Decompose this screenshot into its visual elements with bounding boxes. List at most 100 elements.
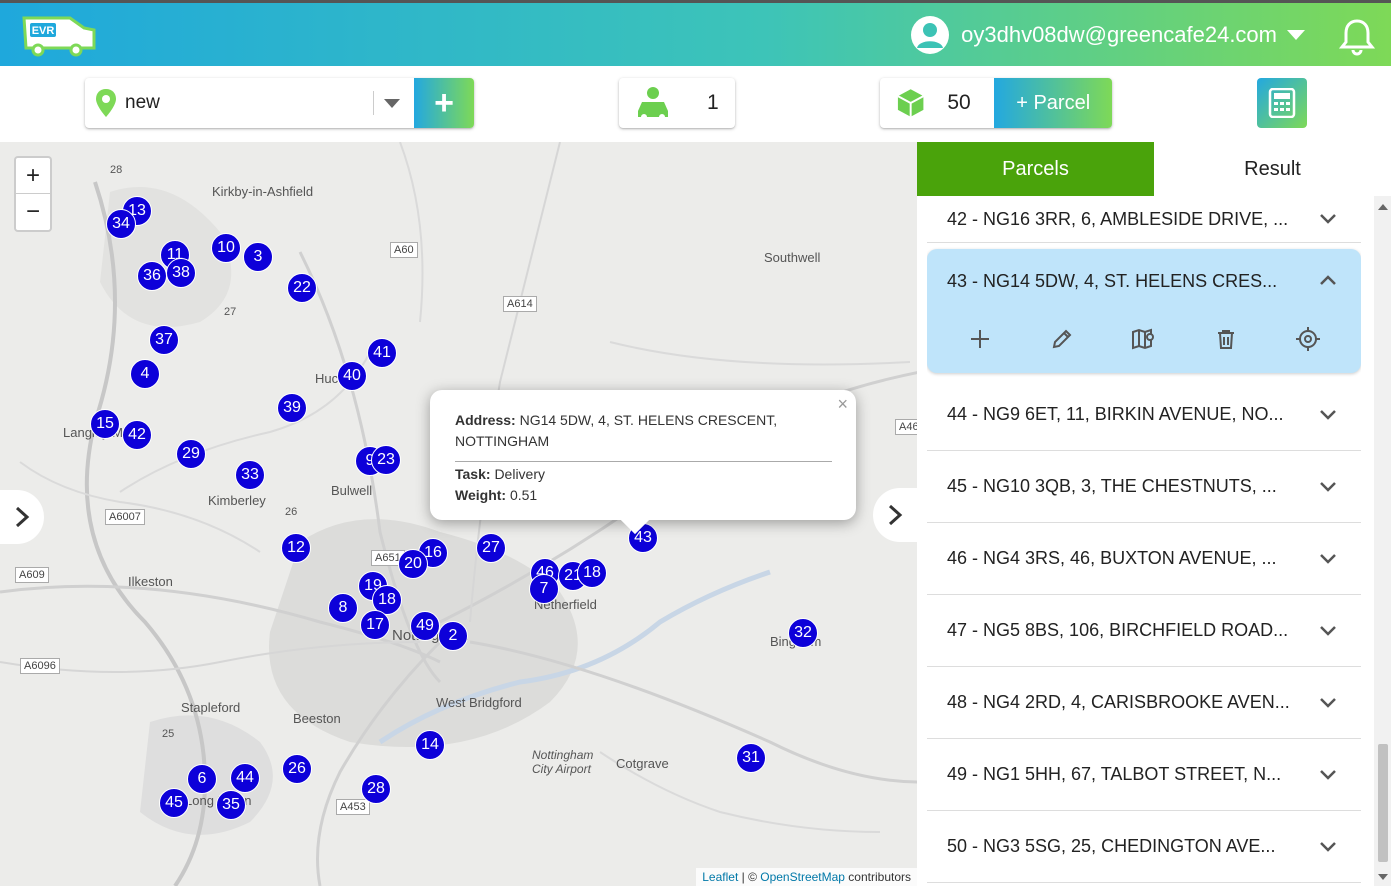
parcel-marker[interactable]: 28 xyxy=(361,774,391,804)
tab-result[interactable]: Result xyxy=(1154,142,1391,196)
drivers-counter[interactable]: 1 xyxy=(619,78,735,128)
parcel-marker[interactable]: 12 xyxy=(281,533,311,563)
chevron-down-icon[interactable] xyxy=(1311,405,1345,425)
parcel-marker[interactable]: 49 xyxy=(410,611,440,641)
parcel-marker[interactable]: 34 xyxy=(106,209,136,239)
road-label: A6007 xyxy=(105,509,145,525)
panel-tabs: Parcels Result xyxy=(917,142,1391,196)
evr-logo[interactable]: EVR xyxy=(20,12,100,60)
parcel-marker[interactable]: 10 xyxy=(211,233,241,263)
parcel-row[interactable]: 50 - NG3 5SG, 25, CHEDINGTON AVE... xyxy=(927,811,1361,883)
parcel-actions xyxy=(927,313,1361,365)
parcel-row-label: 48 - NG4 2RD, 4, CARISBROOKE AVEN... xyxy=(947,692,1290,712)
user-menu[interactable]: oy3dhv08dw@greencafe24.com xyxy=(911,15,1305,55)
parcel-marker[interactable]: 37 xyxy=(149,325,179,355)
chevron-down-icon[interactable] xyxy=(1311,209,1345,229)
parcel-marker[interactable]: 32 xyxy=(788,618,818,648)
popup-weight-label: Weight: xyxy=(455,487,507,503)
parcel-row[interactable]: 45 - NG10 3QB, 3, THE CHESTNUTS, ... xyxy=(927,451,1361,523)
location-value: new xyxy=(125,92,160,113)
parcel-marker[interactable]: 42 xyxy=(122,420,152,450)
drivers-count: 1 xyxy=(707,91,719,114)
parcel-marker[interactable]: 41 xyxy=(367,338,397,368)
tab-parcels[interactable]: Parcels xyxy=(917,142,1154,196)
chevron-down-icon[interactable] xyxy=(1311,477,1345,497)
parcel-marker[interactable]: 36 xyxy=(137,261,167,291)
parcel-marker[interactable]: 17 xyxy=(360,610,390,640)
parcel-marker[interactable]: 4 xyxy=(130,359,160,389)
chevron-down-icon[interactable] xyxy=(1311,837,1345,857)
locate-target-icon[interactable] xyxy=(1293,324,1323,354)
parcel-row-label: 49 - NG1 5HH, 67, TALBOT STREET, N... xyxy=(947,764,1282,784)
edit-pencil-icon[interactable] xyxy=(1047,324,1077,354)
parcel-marker[interactable]: 7 xyxy=(529,574,559,604)
chevron-down-icon[interactable] xyxy=(1311,621,1345,641)
parcel-marker[interactable]: 27 xyxy=(476,533,506,563)
parcel-row[interactable]: 44 - NG9 6ET, 11, BIRKIN AVENUE, NO... xyxy=(927,379,1361,451)
parcel-row-expanded[interactable]: 43 - NG14 5DW, 4, ST. HELENS CRES... xyxy=(927,249,1361,373)
chevron-down-icon[interactable] xyxy=(1311,765,1345,785)
parcel-marker[interactable]: 20 xyxy=(398,549,428,579)
parcel-marker[interactable]: 22 xyxy=(287,273,317,303)
parcel-marker[interactable]: 3 xyxy=(243,242,273,272)
scroll-up-arrow-icon[interactable] xyxy=(1378,204,1388,210)
parcel-marker[interactable]: 45 xyxy=(159,788,189,818)
panel-scrollbar[interactable] xyxy=(1374,196,1391,886)
parcel-marker[interactable]: 2 xyxy=(438,621,468,651)
parcel-row[interactable]: 49 - NG1 5HH, 67, TALBOT STREET, N... xyxy=(927,739,1361,811)
parcel-marker[interactable]: 18 xyxy=(577,558,607,588)
parcel-marker[interactable]: 6 xyxy=(187,764,217,794)
dropdown-caret-icon[interactable] xyxy=(384,98,400,108)
junction-label: 26 xyxy=(285,506,298,518)
place-label: Kimberley xyxy=(208,493,266,508)
parcel-box-icon xyxy=(897,89,924,117)
add-icon[interactable] xyxy=(965,324,995,354)
map[interactable]: Kirkby-in-Ashfield Southwell Hucknall Bu… xyxy=(0,142,917,886)
parcel-marker[interactable]: 14 xyxy=(415,730,445,760)
parcel-row[interactable]: 42 - NG16 3RR, 6, AMBLESIDE DRIVE, ... xyxy=(927,196,1361,243)
zoom-control: + − xyxy=(14,156,52,232)
scroll-thumb[interactable] xyxy=(1378,744,1388,862)
parcel-marker[interactable]: 31 xyxy=(736,743,766,773)
zoom-in-button[interactable]: + xyxy=(16,158,50,194)
add-location-button[interactable]: + xyxy=(414,78,474,128)
calculator-button[interactable] xyxy=(1257,78,1307,128)
chevron-down-icon[interactable] xyxy=(1311,549,1345,569)
parcel-marker[interactable]: 15 xyxy=(90,409,120,439)
osm-link[interactable]: OpenStreetMap xyxy=(760,870,845,884)
junction-label: 25 xyxy=(162,728,175,740)
parcel-marker[interactable]: 40 xyxy=(337,361,367,391)
parcel-marker[interactable]: 23 xyxy=(371,445,401,475)
parcel-row-header[interactable]: 43 - NG14 5DW, 4, ST. HELENS CRES... xyxy=(927,249,1361,313)
popup-weight-value: 0.51 xyxy=(509,487,538,503)
place-label: Southwell xyxy=(764,250,821,265)
calculator-icon xyxy=(1268,88,1296,118)
parcel-marker[interactable]: 44 xyxy=(230,763,260,793)
chevron-down-icon[interactable] xyxy=(1311,693,1345,713)
popup-close-button[interactable]: × xyxy=(837,394,848,415)
delete-trash-icon[interactable] xyxy=(1211,324,1241,354)
select-divider xyxy=(373,91,374,115)
chevron-up-icon[interactable] xyxy=(1311,271,1345,291)
add-parcel-button[interactable]: + Parcel xyxy=(994,78,1112,128)
scroll-down-arrow-icon[interactable] xyxy=(1378,874,1388,880)
road-label: A46 xyxy=(895,419,917,435)
place-label: Nottingham City Airport xyxy=(532,748,594,776)
parcel-marker[interactable]: 26 xyxy=(282,754,312,784)
parcel-row[interactable]: 47 - NG5 8BS, 106, BIRCHFIELD ROAD... xyxy=(927,595,1361,667)
parcel-marker[interactable]: 29 xyxy=(176,439,206,469)
parcel-marker[interactable]: 35 xyxy=(216,790,246,820)
parcel-marker[interactable]: 33 xyxy=(235,460,265,490)
parcel-marker[interactable]: 38 xyxy=(166,258,196,288)
popup-divider xyxy=(455,461,832,462)
notification-bell-icon[interactable] xyxy=(1338,17,1376,57)
parcel-row[interactable]: 46 - NG4 3RS, 46, BUXTON AVENUE, ... xyxy=(927,523,1361,595)
parcel-row-label: 50 - NG3 5SG, 25, CHEDINGTON AVE... xyxy=(947,836,1276,856)
zoom-out-button[interactable]: − xyxy=(16,194,50,230)
parcel-marker[interactable]: 39 xyxy=(277,393,307,423)
parcel-row[interactable]: 48 - NG4 2RD, 4, CARISBROOKE AVEN... xyxy=(927,667,1361,739)
location-select[interactable]: new + xyxy=(85,78,474,128)
leaflet-link[interactable]: Leaflet xyxy=(702,870,738,884)
map-pin-icon[interactable] xyxy=(1129,324,1159,354)
parcel-marker[interactable]: 8 xyxy=(328,593,358,623)
